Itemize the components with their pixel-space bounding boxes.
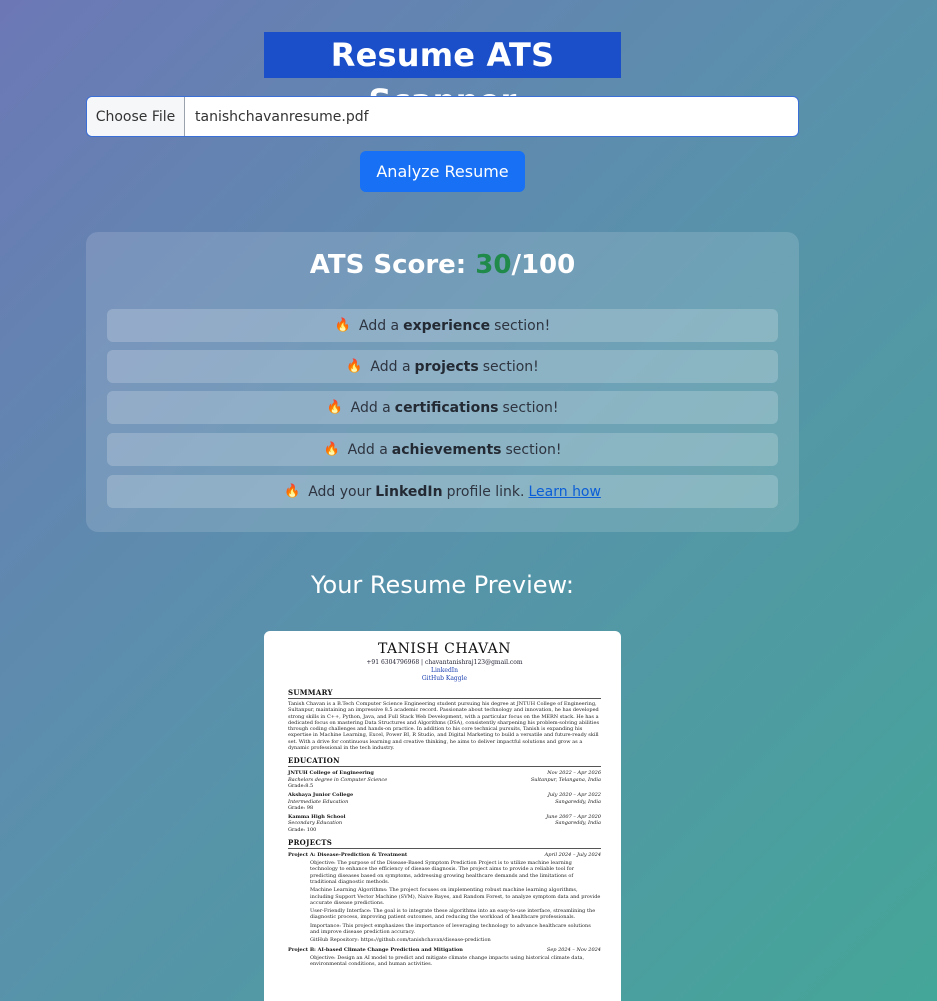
tip-certifications: 🔥 Add a certifications section! — [107, 391, 778, 424]
project-title: Project A: Disease-Prediction & Treatmen… — [288, 852, 601, 859]
ats-score: ATS Score: 30/100 — [0, 250, 885, 280]
summary-heading: SUMMARY — [288, 688, 601, 699]
resume-name: TANISH CHAVAN — [377, 641, 512, 657]
tip-projects: 🔥 Add a projects section! — [107, 350, 778, 383]
ats-score-label: ATS Score: — [309, 250, 467, 280]
projects-heading: PROJECTS — [288, 838, 601, 850]
file-input[interactable]: Choose File tanishchavanresume.pdf — [86, 96, 799, 137]
tip-experience: 🔥 Add a experience section! — [107, 309, 778, 342]
ats-score-value: 30 — [475, 250, 512, 280]
education-item: Kamma High School Secondary Education Grad… — [288, 814, 601, 833]
resume-link-linkedin[interactable]: LinkedIn — [431, 667, 458, 674]
project-bullet: Importance: This project emphasizes the … — [310, 922, 591, 936]
project-bullet: Objective: Design an AI model to predict… — [310, 954, 585, 967]
tip-achievements: 🔥 Add a achievements section! — [107, 433, 778, 466]
flame-icon: 🔥 — [346, 359, 363, 374]
tip-linkedin: 🔥 Add your LinkedIn profile link. Learn ho… — [107, 475, 778, 508]
summary-text: Tanish Chavan is a B.Tech Computer Scien… — [288, 701, 600, 752]
resume-preview: TANISH CHAVAN +91 6304796968 | chavantan… — [264, 631, 621, 1001]
ats-score-max: /100 — [511, 250, 576, 280]
learn-how-link[interactable]: Learn how — [528, 484, 600, 500]
project-bullet: GitHub Repository: https://github.com/ta… — [310, 937, 491, 944]
education-item: Akshaya Junior College Intermediate Educa… — [288, 792, 601, 811]
education-item: JNTUH College of Engineering Bachelors de… — [288, 770, 601, 789]
flame-icon: 🔥 — [334, 318, 351, 333]
project-bullet: User-Friendly Interface: The goal is to … — [310, 908, 596, 921]
project-bullet: Objective: The purpose of the Disease-Ba… — [310, 860, 575, 885]
project-title: Project B: AI-based Climate Change Predi… — [288, 946, 601, 953]
flame-icon: 🔥 — [284, 484, 301, 499]
analyze-resume-button[interactable]: Analyze Resume — [360, 151, 525, 192]
education-heading: EDUCATION — [288, 756, 601, 768]
choose-file-button[interactable]: Choose File — [87, 97, 185, 136]
resume-link-github[interactable]: GitHub — [422, 675, 444, 682]
project-bullet: Machine Learning Algorithms: The project… — [310, 887, 601, 906]
page-title: Resume ATS Scanner — [264, 32, 621, 120]
flame-icon: 🔥 — [323, 442, 340, 457]
preview-title: Your Resume Preview: — [311, 571, 574, 599]
resume-contact: +91 6304796968 | chavantanishraj123@gmai… — [366, 659, 523, 666]
selected-file-name: tanishchavanresume.pdf — [195, 108, 369, 125]
flame-icon: 🔥 — [326, 400, 343, 415]
resume-link-kaggle[interactable]: Kaggle — [446, 675, 467, 682]
